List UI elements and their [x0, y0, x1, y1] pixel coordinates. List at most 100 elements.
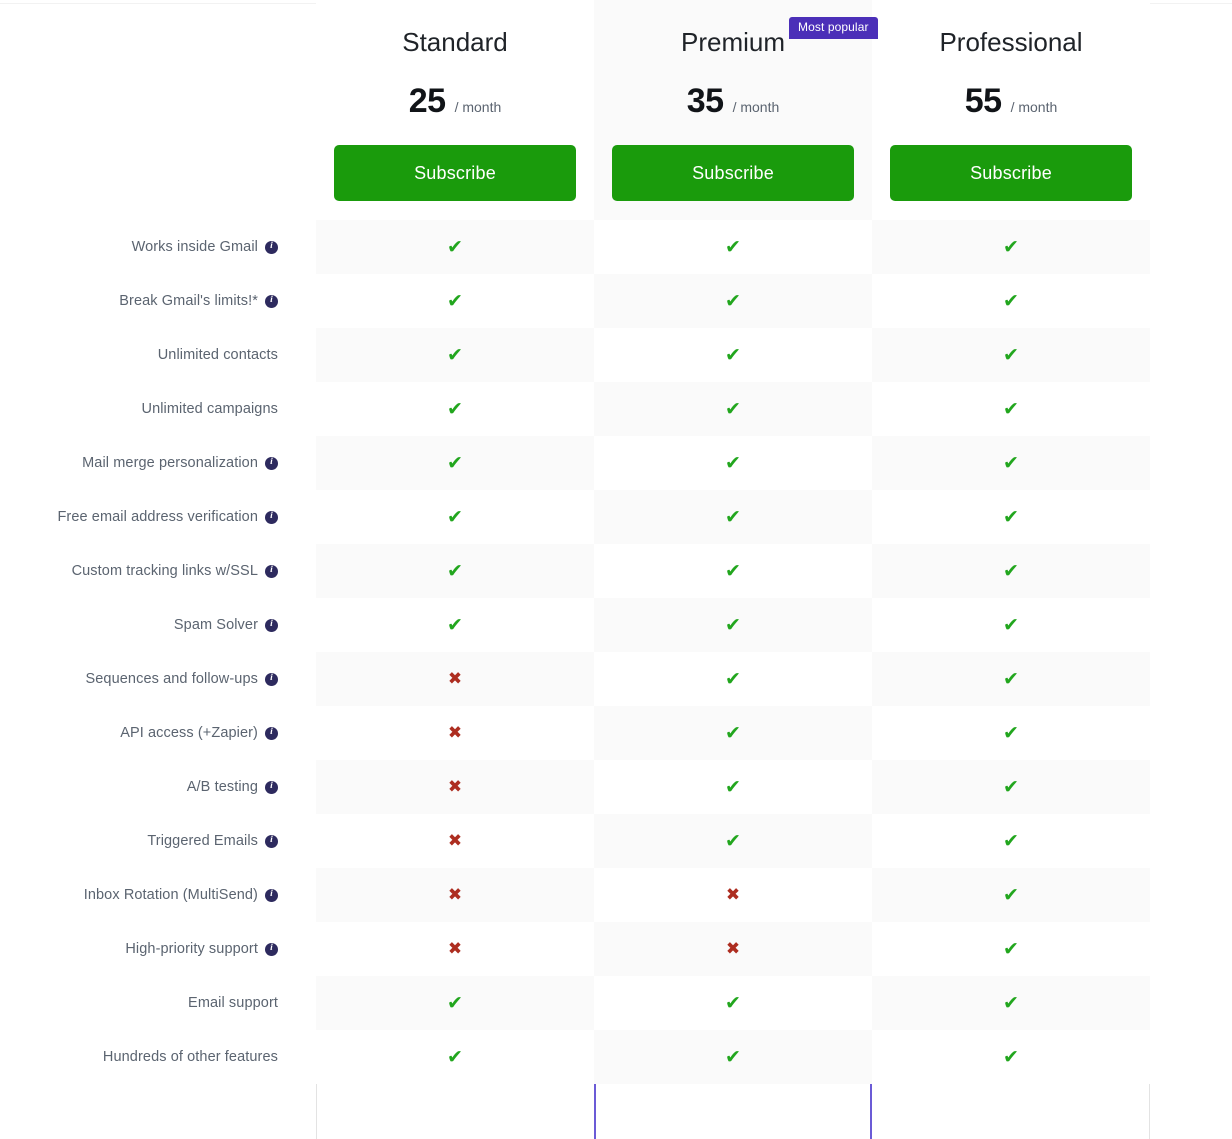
- table-row: Sequences and follow-ups i ✖ ✔ ✔: [0, 652, 1232, 706]
- feature-value-professional: ✔: [872, 760, 1150, 814]
- row-right-spacer: [1150, 598, 1232, 652]
- info-icon[interactable]: i: [265, 726, 278, 740]
- check-icon: ✔: [1003, 721, 1019, 744]
- table-row: Email support ✔ ✔ ✔: [0, 976, 1232, 1030]
- row-right-spacer: [1150, 490, 1232, 544]
- table-row: High-priority support i ✖ ✖ ✔: [0, 922, 1232, 976]
- check-icon: ✔: [725, 235, 741, 258]
- table-row: Mail merge personalization i ✔ ✔ ✔: [0, 436, 1232, 490]
- feature-value-premium: ✔: [594, 1030, 872, 1084]
- feature-value-professional: ✔: [872, 652, 1150, 706]
- check-icon: ✔: [1003, 451, 1019, 474]
- feature-value-professional: ✔: [872, 598, 1150, 652]
- check-icon: ✔: [725, 829, 741, 852]
- feature-value-professional: ✔: [872, 436, 1150, 490]
- table-row: Inbox Rotation (MultiSend) i ✖ ✖ ✔: [0, 868, 1232, 922]
- feature-label-cell: Works inside Gmail i: [0, 220, 316, 274]
- table-row: Free email address verification i ✔ ✔ ✔: [0, 490, 1232, 544]
- info-icon[interactable]: i: [265, 564, 278, 578]
- table-row: Unlimited campaigns ✔ ✔ ✔: [0, 382, 1232, 436]
- subscribe-button-premium[interactable]: Subscribe: [612, 145, 854, 202]
- info-icon-glyph: i: [270, 295, 273, 305]
- plan-price-period-standard: / month: [454, 99, 502, 116]
- feature-label-cell: Unlimited contacts: [0, 328, 316, 382]
- check-icon: ✔: [447, 289, 463, 312]
- pricing-comparison-table: Standard 25 / month Subscribe Premium 35…: [0, 0, 1232, 1084]
- feature-value-premium: ✔: [594, 814, 872, 868]
- check-icon: ✔: [1003, 235, 1019, 258]
- feature-value-standard: ✖: [316, 814, 594, 868]
- info-icon[interactable]: i: [265, 672, 278, 686]
- feature-label: Hundreds of other features: [102, 1049, 278, 1065]
- info-icon-glyph: i: [270, 727, 273, 737]
- info-icon[interactable]: i: [265, 834, 278, 848]
- feature-value-premium: ✔: [594, 598, 872, 652]
- header-label-spacer: [0, 0, 316, 220]
- info-icon[interactable]: i: [265, 456, 278, 470]
- info-icon[interactable]: i: [265, 510, 278, 524]
- check-icon: ✔: [1003, 289, 1019, 312]
- feature-rows-container: Works inside Gmail i ✔ ✔ ✔ Break Gmail's limi…: [0, 220, 1232, 1084]
- cross-icon: ✖: [725, 938, 741, 959]
- table-row: Custom tracking links w/SSL i ✔ ✔ ✔: [0, 544, 1232, 598]
- feature-label-cell: Spam Solver i: [0, 598, 316, 652]
- table-row: Triggered Emails i ✖ ✔ ✔: [0, 814, 1232, 868]
- feature-label-cell: Email support: [0, 976, 316, 1030]
- feature-value-standard: ✔: [316, 490, 594, 544]
- check-icon: ✔: [447, 397, 463, 420]
- feature-label: Mail merge personalization: [82, 455, 258, 471]
- feature-value-standard: ✖: [316, 922, 594, 976]
- check-icon: ✔: [1003, 343, 1019, 366]
- feature-value-premium: ✔: [594, 328, 872, 382]
- row-right-spacer: [1150, 814, 1232, 868]
- info-icon[interactable]: i: [265, 618, 278, 632]
- info-icon-glyph: i: [270, 889, 273, 899]
- plan-price-period-professional: / month: [1010, 99, 1058, 116]
- plan-name-professional: Professional: [939, 27, 1083, 57]
- cross-icon: ✖: [447, 830, 463, 851]
- info-icon[interactable]: i: [265, 294, 278, 308]
- plan-header-professional: Professional 55 / month Subscribe: [872, 0, 1150, 220]
- feature-label-cell: High-priority support i: [0, 922, 316, 976]
- feature-label-cell: Sequences and follow-ups i: [0, 652, 316, 706]
- feature-label-cell: Hundreds of other features: [0, 1030, 316, 1084]
- row-right-spacer: [1150, 652, 1232, 706]
- check-icon: ✔: [725, 451, 741, 474]
- check-icon: ✔: [1003, 883, 1019, 906]
- info-icon[interactable]: i: [265, 888, 278, 902]
- subscribe-button-standard[interactable]: Subscribe: [334, 145, 576, 202]
- feature-value-professional: ✔: [872, 976, 1150, 1030]
- table-row: API access (+Zapier) i ✖ ✔ ✔: [0, 706, 1232, 760]
- cross-icon: ✖: [447, 938, 463, 959]
- info-icon-glyph: i: [270, 565, 273, 575]
- plan-price-amount-professional: 55: [964, 82, 1002, 121]
- info-icon[interactable]: i: [265, 240, 278, 254]
- check-icon: ✔: [447, 235, 463, 258]
- plan-price-amount-premium: 35: [686, 82, 724, 121]
- info-icon-glyph: i: [270, 619, 273, 629]
- check-icon: ✔: [1003, 667, 1019, 690]
- check-icon: ✔: [725, 397, 741, 420]
- plan-name-premium: Premium: [680, 27, 785, 57]
- feature-label: Works inside Gmail: [131, 239, 258, 255]
- check-icon: ✔: [447, 505, 463, 528]
- row-right-spacer: [1150, 706, 1232, 760]
- feature-label-cell: Inbox Rotation (MultiSend) i: [0, 868, 316, 922]
- check-icon: ✔: [447, 559, 463, 582]
- info-icon[interactable]: i: [265, 942, 278, 956]
- feature-value-premium: ✖: [594, 868, 872, 922]
- feature-label: Sequences and follow-ups: [85, 671, 258, 687]
- info-icon[interactable]: i: [265, 780, 278, 794]
- row-right-spacer: [1150, 922, 1232, 976]
- feature-value-premium: ✖: [594, 922, 872, 976]
- check-icon: ✔: [725, 559, 741, 582]
- most-popular-badge: Most popular: [789, 17, 878, 40]
- cross-icon: ✖: [447, 722, 463, 743]
- subscribe-button-professional[interactable]: Subscribe: [890, 145, 1132, 202]
- feature-value-professional: ✔: [872, 382, 1150, 436]
- feature-value-standard: ✔: [316, 976, 594, 1030]
- check-icon: ✔: [1003, 397, 1019, 420]
- feature-value-standard: ✔: [316, 436, 594, 490]
- row-right-spacer: [1150, 328, 1232, 382]
- check-icon: ✔: [447, 451, 463, 474]
